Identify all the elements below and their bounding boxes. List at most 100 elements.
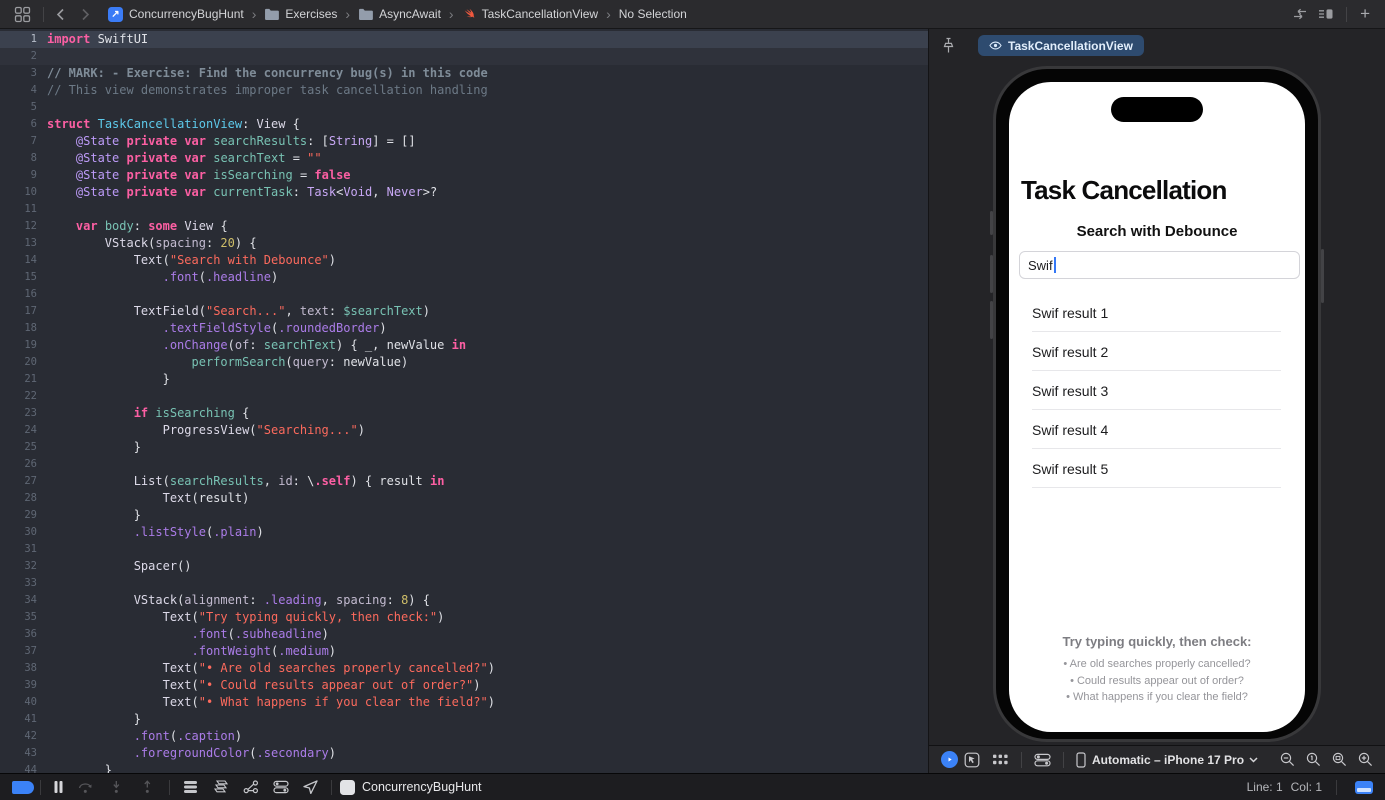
code-line-41[interactable]: 41 } [0, 711, 928, 728]
list-item[interactable]: Swif result 5 [1009, 449, 1305, 488]
breadcrumb-item-taskcancellationview[interactable]: TaskCancellationView [462, 7, 599, 21]
code-line-25[interactable]: 25 } [0, 439, 928, 456]
breadcrumb-item-no-selection[interactable]: No Selection [619, 7, 687, 21]
divider [169, 780, 170, 795]
play-icon[interactable] [941, 751, 958, 768]
code-line-18[interactable]: 18 .textFieldStyle(.roundedBorder) [0, 320, 928, 337]
code-line-30[interactable]: 30 .listStyle(.plain) [0, 524, 928, 541]
list-item[interactable]: Swif result 2 [1009, 332, 1305, 371]
device-settings-icon[interactable] [1028, 753, 1057, 767]
back-chevron-icon[interactable] [52, 8, 69, 21]
step-over-icon[interactable] [70, 780, 101, 794]
environment-overrides-icon[interactable] [266, 780, 296, 794]
zoom-fit-icon[interactable] [1332, 752, 1347, 767]
code-line-31[interactable]: 31 [0, 541, 928, 558]
memory-graph-icon[interactable] [205, 780, 236, 794]
pointer-icon[interactable] [958, 752, 986, 768]
breadcrumb-item-asyncawait[interactable]: AsyncAwait [358, 7, 441, 21]
variants-icon[interactable] [986, 753, 1015, 766]
code-line-10[interactable]: 10 @State private var currentTask: Task<… [0, 184, 928, 201]
line-number: 15 [0, 269, 47, 286]
location-icon[interactable] [296, 780, 325, 794]
preview-tab[interactable]: TaskCancellationView [978, 35, 1144, 56]
code-line-17[interactable]: 17 TextField("Search...", text: $searchT… [0, 303, 928, 320]
line-indicator: Line: 1 [1247, 780, 1283, 794]
code-line-36[interactable]: 36 .font(.subheadline) [0, 626, 928, 643]
code-line-6[interactable]: 6struct TaskCancellationView: View { [0, 116, 928, 133]
code-line-44[interactable]: 44 } [0, 762, 928, 773]
editor-options-icon[interactable] [1313, 7, 1338, 21]
code-line-24[interactable]: 24 ProgressView("Searching...") [0, 422, 928, 439]
running-app-name[interactable]: ConcurrencyBugHunt [362, 780, 482, 794]
pause-icon[interactable] [47, 781, 70, 793]
divider [1346, 7, 1347, 22]
network-icon[interactable] [236, 780, 266, 794]
code-text: } [47, 762, 112, 773]
code-line-15[interactable]: 15 .font(.headline) [0, 269, 928, 286]
breadcrumb-item-concurrencybughunt[interactable]: ↗ConcurrencyBugHunt [108, 7, 244, 22]
code-line-1[interactable]: 1import SwiftUI [0, 31, 928, 48]
code-review-icon[interactable] [1287, 7, 1313, 21]
editor-grid-icon[interactable] [10, 6, 35, 23]
device-selector[interactable]: Automatic – iPhone 17 Pro [1092, 753, 1244, 767]
code-line-9[interactable]: 9 @State private var isSearching = false [0, 167, 928, 184]
code-line-21[interactable]: 21 } [0, 371, 928, 388]
code-line-39[interactable]: 39 Text("• Could results appear out of o… [0, 677, 928, 694]
code-line-23[interactable]: 23 if isSearching { [0, 405, 928, 422]
jump-bar: ↗ConcurrencyBugHunt›Exercises›AsyncAwait… [0, 0, 1385, 29]
code-line-13[interactable]: 13 VStack(spacing: 20) { [0, 235, 928, 252]
code-line-8[interactable]: 8 @State private var searchText = "" [0, 150, 928, 167]
code-line-29[interactable]: 29 } [0, 507, 928, 524]
code-line-35[interactable]: 35 Text("Try typing quickly, then check:… [0, 609, 928, 626]
list-item[interactable]: Swif result 3 [1009, 371, 1305, 410]
code-line-7[interactable]: 7 @State private var searchResults: [Str… [0, 133, 928, 150]
search-input[interactable]: Swif [1019, 251, 1300, 279]
code-line-37[interactable]: 37 .fontWeight(.medium) [0, 643, 928, 660]
line-number: 27 [0, 473, 47, 490]
code-line-2[interactable]: 2 [0, 48, 928, 65]
list-item[interactable]: Swif result 4 [1009, 410, 1305, 449]
code-line-43[interactable]: 43 .foregroundColor(.secondary) [0, 745, 928, 762]
pin-icon[interactable] [941, 37, 956, 54]
code-line-19[interactable]: 19 .onChange(of: searchText) { _, newVal… [0, 337, 928, 354]
code-line-20[interactable]: 20 performSearch(query: newValue) [0, 354, 928, 371]
code-line-26[interactable]: 26 [0, 456, 928, 473]
code-line-38[interactable]: 38 Text("• Are old searches properly can… [0, 660, 928, 677]
chevron-down-icon[interactable] [1249, 757, 1258, 763]
code-line-3[interactable]: 3// MARK: - Exercise: Find the concurren… [0, 65, 928, 82]
breadcrumb-item-exercises[interactable]: Exercises [264, 7, 337, 21]
code-line-12[interactable]: 12 var body: some View { [0, 218, 928, 235]
zoom-out-icon[interactable] [1280, 752, 1295, 767]
code-line-27[interactable]: 27 List(searchResults, id: \.self) { res… [0, 473, 928, 490]
breadcrumb-separator: › [448, 8, 455, 20]
code-line-22[interactable]: 22 [0, 388, 928, 405]
step-out-icon[interactable] [132, 780, 163, 794]
code-line-33[interactable]: 33 [0, 575, 928, 592]
iphone-preview: Task Cancellation Search with Debounce S… [993, 66, 1321, 742]
list-item[interactable]: Swif result 1 [1009, 293, 1305, 332]
line-number: 10 [0, 184, 47, 201]
view-hierarchy-icon[interactable] [176, 780, 205, 794]
code-line-40[interactable]: 40 Text("• What happens if you clear the… [0, 694, 928, 711]
caption-block: Try typing quickly, then check: • Are ol… [1009, 634, 1305, 706]
forward-chevron-icon[interactable] [77, 8, 94, 21]
code-line-4[interactable]: 4// This view demonstrates improper task… [0, 82, 928, 99]
code-line-5[interactable]: 5 [0, 99, 928, 116]
step-into-icon[interactable] [101, 780, 132, 794]
add-editor-icon[interactable]: + [1355, 7, 1375, 21]
code-line-42[interactable]: 42 .font(.caption) [0, 728, 928, 745]
zoom-actual-icon[interactable] [1306, 752, 1321, 767]
code-line-28[interactable]: 28 Text(result) [0, 490, 928, 507]
line-number: 9 [0, 167, 47, 184]
code-line-16[interactable]: 16 [0, 286, 928, 303]
debug-panel-icon[interactable] [1355, 781, 1373, 794]
code-line-34[interactable]: 34 VStack(alignment: .leading, spacing: … [0, 592, 928, 609]
zoom-in-icon[interactable] [1358, 752, 1373, 767]
breakpoints-icon[interactable] [12, 781, 34, 794]
code-line-11[interactable]: 11 [0, 201, 928, 218]
section-headline: Search with Debounce [1009, 223, 1305, 240]
code-line-32[interactable]: 32 Spacer() [0, 558, 928, 575]
code-line-14[interactable]: 14 Text("Search with Debounce") [0, 252, 928, 269]
source-editor[interactable]: 1import SwiftUI23// MARK: - Exercise: Fi… [0, 29, 928, 773]
line-number: 5 [0, 99, 47, 116]
